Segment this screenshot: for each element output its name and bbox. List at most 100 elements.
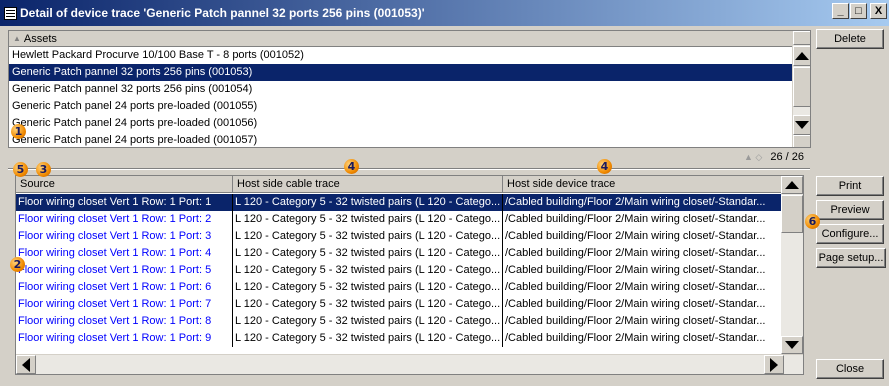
- configure-button-label: Configure...: [821, 228, 879, 240]
- assets-column-label: Assets: [23, 32, 57, 45]
- scroll-up-button[interactable]: [793, 46, 810, 66]
- cell-cable-trace: L 120 - Category 5 - 32 twisted pairs (L…: [233, 330, 503, 347]
- close-button[interactable]: Close: [816, 359, 884, 379]
- cell-device-trace: /Cabled building/Floor 2/Main wiring clo…: [503, 313, 782, 330]
- panel-splitter[interactable]: [8, 168, 810, 170]
- cell-device-trace: /Cabled building/Floor 2/Main wiring clo…: [503, 245, 782, 262]
- callout-badge-4-second: 4: [597, 159, 612, 174]
- cell-device-trace: /Cabled building/Floor 2/Main wiring clo…: [503, 211, 782, 228]
- trace-table[interactable]: Source Host side cable trace Host side d…: [15, 175, 804, 375]
- cell-device-trace: /Cabled building/Floor 2/Main wiring clo…: [503, 194, 782, 211]
- cell-device-trace: /Cabled building/Floor 2/Main wiring clo…: [503, 279, 782, 296]
- table-row[interactable]: Floor wiring closet Vert 1 Row: 1 Port: …: [16, 313, 782, 330]
- close-window-button[interactable]: X: [870, 3, 887, 19]
- page-setup-button-label: Page setup...: [818, 252, 884, 264]
- sort-indicator-icon: ▲: [13, 34, 21, 43]
- arrow-up-icon: [785, 181, 799, 189]
- cell-cable-trace: L 120 - Category 5 - 32 twisted pairs (L…: [233, 211, 503, 228]
- scroll-bottom-button[interactable]: [793, 135, 810, 147]
- scroll-left-button[interactable]: [16, 355, 36, 374]
- column-header-device-trace[interactable]: Host side device trace: [503, 176, 782, 193]
- print-button[interactable]: Print: [816, 176, 884, 196]
- column-header-source[interactable]: Source: [16, 176, 233, 193]
- cell-source[interactable]: Floor wiring closet Vert 1 Row: 1 Port: …: [16, 330, 233, 347]
- navigate-icon[interactable]: ▲ ◇: [744, 152, 762, 163]
- arrow-down-icon: [795, 121, 809, 129]
- window-controls: _ □ X: [832, 3, 887, 19]
- minimize-button[interactable]: _: [832, 3, 849, 19]
- arrow-up-icon: [795, 52, 809, 60]
- cell-source[interactable]: Floor wiring closet Vert 1 Row: 1 Port: …: [16, 262, 233, 279]
- cell-cable-trace: L 120 - Category 5 - 32 twisted pairs (L…: [233, 262, 503, 279]
- list-item[interactable]: Generic Patch pannel 32 ports 256 pins (…: [9, 81, 793, 98]
- cell-source[interactable]: Floor wiring closet Vert 1 Row: 1 Port: …: [16, 296, 233, 313]
- scroll-up-button[interactable]: [781, 176, 803, 194]
- print-button-label: Print: [838, 180, 862, 192]
- cell-source[interactable]: Floor wiring closet Vert 1 Row: 1 Port: …: [16, 211, 233, 228]
- cell-cable-trace: L 120 - Category 5 - 32 twisted pairs (L…: [233, 194, 503, 211]
- trace-table-body: Floor wiring closet Vert 1 Row: 1 Port: …: [16, 194, 782, 347]
- cell-device-trace: /Cabled building/Floor 2/Main wiring clo…: [503, 330, 782, 347]
- scroll-thumb[interactable]: [793, 67, 810, 107]
- scroll-down-button[interactable]: [793, 115, 810, 135]
- table-row[interactable]: Floor wiring closet Vert 1 Row: 1 Port: …: [16, 211, 782, 228]
- callout-badge-2: 2: [10, 257, 25, 272]
- close-button-label: Close: [835, 363, 865, 375]
- list-item[interactable]: Generic Patch panel 24 ports pre-loaded …: [9, 132, 793, 147]
- cell-source[interactable]: Floor wiring closet Vert 1 Row: 1 Port: …: [16, 279, 233, 296]
- cell-cable-trace: L 120 - Category 5 - 32 twisted pairs (L…: [233, 313, 503, 330]
- cell-device-trace: /Cabled building/Floor 2/Main wiring clo…: [503, 228, 782, 245]
- list-item[interactable]: Hewlett Packard Procurve 10/100 Base T -…: [9, 47, 793, 64]
- assets-column-header[interactable]: ▲ Assets: [9, 31, 810, 47]
- table-row[interactable]: Floor wiring closet Vert 1 Row: 1 Port: …: [16, 262, 782, 279]
- trace-table-header: Source Host side cable trace Host side d…: [16, 176, 782, 193]
- table-row[interactable]: Floor wiring closet Vert 1 Row: 1 Port: …: [16, 279, 782, 296]
- table-row[interactable]: Floor wiring closet Vert 1 Row: 1 Port: …: [16, 330, 782, 347]
- scroll-down-button[interactable]: [781, 336, 803, 354]
- maximize-button[interactable]: □: [850, 3, 867, 19]
- cell-source[interactable]: Floor wiring closet Vert 1 Row: 1 Port: …: [16, 313, 233, 330]
- cell-source[interactable]: Floor wiring closet Vert 1 Row: 1 Port: …: [16, 228, 233, 245]
- cell-cable-trace: L 120 - Category 5 - 32 twisted pairs (L…: [233, 296, 503, 313]
- trace-horizontal-scrollbar[interactable]: [16, 354, 803, 374]
- cell-cable-trace: L 120 - Category 5 - 32 twisted pairs (L…: [233, 245, 503, 262]
- arrow-down-icon: [785, 341, 799, 349]
- cell-source[interactable]: Floor wiring closet Vert 1 Row: 1 Port: …: [16, 245, 233, 262]
- table-row[interactable]: Floor wiring closet Vert 1 Row: 1 Port: …: [16, 245, 782, 262]
- scroll-right-button[interactable]: [764, 355, 784, 374]
- callout-badge-5: 5: [13, 162, 28, 177]
- cell-cable-trace: L 120 - Category 5 - 32 twisted pairs (L…: [233, 279, 503, 296]
- assets-list[interactable]: ▲ Assets Hewlett Packard Procurve 10/100…: [8, 30, 811, 148]
- trace-vertical-scrollbar[interactable]: [781, 176, 803, 356]
- cell-device-trace: /Cabled building/Floor 2/Main wiring clo…: [503, 296, 782, 313]
- callout-badge-3: 3: [36, 162, 51, 177]
- callout-badge-6: 6: [805, 214, 820, 229]
- column-header-cable-trace[interactable]: Host side cable trace: [233, 176, 503, 193]
- cell-source: Floor wiring closet Vert 1 Row: 1 Port: …: [16, 194, 233, 211]
- list-item[interactable]: Generic Patch panel 24 ports pre-loaded …: [9, 115, 793, 132]
- window-icon: [4, 6, 17, 20]
- list-item-selected[interactable]: Generic Patch pannel 32 ports 256 pins (…: [9, 64, 793, 81]
- page-setup-button[interactable]: Page setup...: [816, 248, 886, 268]
- assets-vertical-scrollbar[interactable]: [792, 31, 810, 147]
- record-counter: 26 / 26: [770, 151, 804, 163]
- table-row[interactable]: Floor wiring closet Vert 1 Row: 1 Port: …: [16, 228, 782, 245]
- callout-badge-4: 4: [344, 159, 359, 174]
- preview-button[interactable]: Preview: [816, 200, 884, 220]
- preview-button-label: Preview: [830, 204, 870, 216]
- window-title: Detail of device trace 'Generic Patch pa…: [20, 6, 425, 20]
- configure-button[interactable]: Configure...: [816, 224, 884, 244]
- record-navigator: ▲ ◇ 26 / 26: [670, 150, 810, 164]
- list-item[interactable]: Generic Patch panel 24 ports pre-loaded …: [9, 98, 793, 115]
- cell-cable-trace: L 120 - Category 5 - 32 twisted pairs (L…: [233, 228, 503, 245]
- title-bar: Detail of device trace 'Generic Patch pa…: [0, 0, 889, 26]
- arrow-left-icon: [22, 357, 30, 372]
- arrow-right-icon: [770, 357, 778, 372]
- delete-button[interactable]: Delete: [816, 29, 884, 49]
- table-row-selected[interactable]: Floor wiring closet Vert 1 Row: 1 Port: …: [16, 194, 782, 211]
- cell-device-trace: /Cabled building/Floor 2/Main wiring clo…: [503, 262, 782, 279]
- table-row[interactable]: Floor wiring closet Vert 1 Row: 1 Port: …: [16, 296, 782, 313]
- scroll-top-button[interactable]: [793, 31, 810, 45]
- delete-button-label: Delete: [834, 33, 866, 45]
- scroll-thumb[interactable]: [781, 195, 803, 233]
